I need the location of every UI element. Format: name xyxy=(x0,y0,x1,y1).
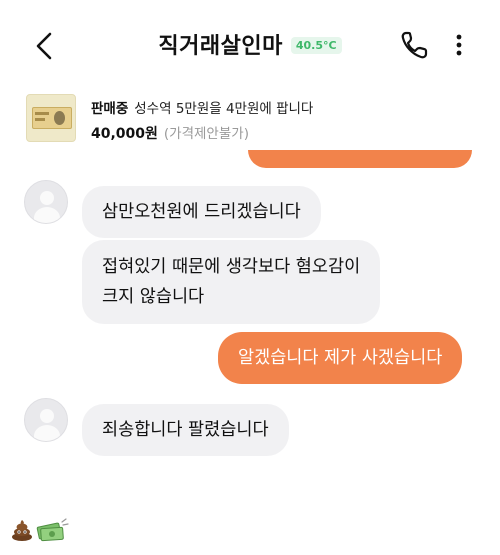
footer-emojis xyxy=(10,516,70,542)
sale-status-label: 판매중 xyxy=(91,101,129,117)
chat-header: 직거래살인마 40.5°C xyxy=(0,0,500,88)
product-name: 성수역 5만원을 4만원에 팝니다 xyxy=(134,101,314,117)
incoming-message-bubble: 죄송합니다 팔렸습니다 xyxy=(82,404,289,456)
outgoing-message-bubble: 알겠습니다 제가 사겠습니다 xyxy=(218,332,463,384)
money-emoji xyxy=(36,518,69,542)
more-vertical-icon[interactable] xyxy=(446,28,472,62)
incoming-message-bubble: 접혀있기 때문에 생각보다 혐오감이 크지 않습니다 xyxy=(82,240,381,324)
product-title-line: 판매중 성수역 5만원을 4만원에 팝니다 xyxy=(91,97,313,117)
avatar[interactable] xyxy=(24,398,68,442)
chat-partner-name[interactable]: 직거래살인마 xyxy=(158,34,282,59)
product-thumbnail xyxy=(26,94,76,142)
incoming-message-bubble: 삼만오천원에 드리겠습니다 xyxy=(82,186,321,238)
manner-temperature-badge: 40.5°C xyxy=(290,37,342,54)
avatar[interactable] xyxy=(24,180,68,224)
phone-icon[interactable] xyxy=(398,28,432,62)
product-price: 40,000원 xyxy=(91,126,158,142)
product-price-line: 40,000원 (가격제안불가) xyxy=(91,122,249,143)
previous-outgoing-bubble xyxy=(248,150,472,168)
price-note: (가격제안불가) xyxy=(163,126,249,142)
product-bar[interactable]: 판매중 성수역 5만원을 4만원에 팝니다 40,000원 (가격제안불가) xyxy=(0,88,500,150)
poop-emoji xyxy=(12,520,32,541)
